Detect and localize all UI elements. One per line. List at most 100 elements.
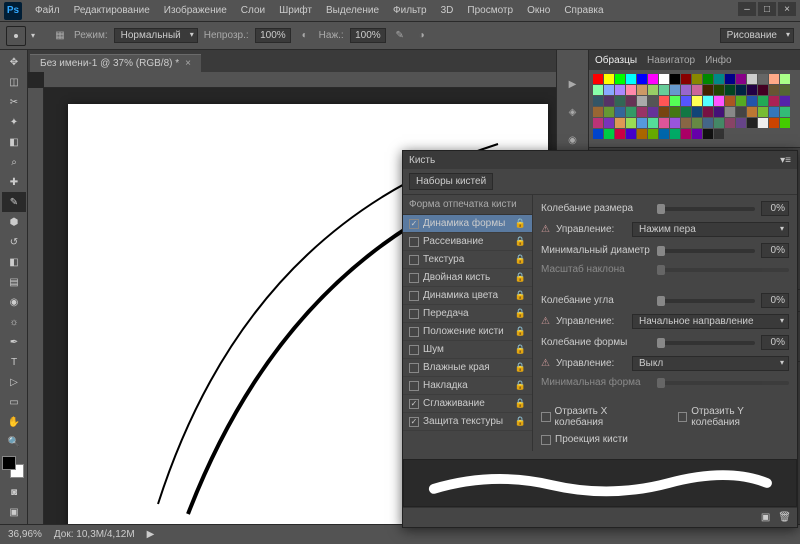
minimize-button[interactable]: – xyxy=(738,2,756,16)
menu-edit[interactable]: Редактирование xyxy=(67,3,157,18)
swatch[interactable] xyxy=(604,96,614,106)
swatch[interactable] xyxy=(615,118,625,128)
swatch[interactable] xyxy=(659,129,669,139)
path-tool[interactable]: ▷ xyxy=(2,372,26,392)
swatch[interactable] xyxy=(615,107,625,117)
swatch[interactable] xyxy=(747,107,757,117)
swatch[interactable] xyxy=(670,107,680,117)
lock-icon[interactable]: 🔒 xyxy=(515,218,526,229)
swatch[interactable] xyxy=(725,96,735,106)
trash-icon[interactable]: 🗑 xyxy=(778,512,791,523)
flip-x-checkbox[interactable] xyxy=(541,412,551,422)
swatch[interactable] xyxy=(714,129,724,139)
brush-option-item[interactable]: ✓Динамика формы🔒 xyxy=(403,215,532,233)
swatch[interactable] xyxy=(637,96,647,106)
brush-option-checkbox[interactable] xyxy=(409,345,419,355)
swatch[interactable] xyxy=(604,74,614,84)
brush-option-item[interactable]: ✓Защита текстуры🔒 xyxy=(403,413,532,431)
swatch[interactable] xyxy=(703,74,713,84)
swatch[interactable] xyxy=(604,107,614,117)
brush-option-checkbox[interactable]: ✓ xyxy=(409,219,419,229)
brush-panel-toggle-icon[interactable]: ▦ xyxy=(52,28,68,44)
lock-icon[interactable]: 🔒 xyxy=(515,380,526,391)
swatch[interactable] xyxy=(758,96,768,106)
brush-option-item[interactable]: Положение кисти🔒 xyxy=(403,323,532,341)
brush-option-checkbox[interactable] xyxy=(409,291,419,301)
quickmask-tool[interactable]: ◙ xyxy=(2,482,26,502)
swatch[interactable] xyxy=(703,107,713,117)
lock-icon[interactable]: 🔒 xyxy=(515,272,526,283)
lock-icon[interactable]: 🔒 xyxy=(515,344,526,355)
brush-option-item[interactable]: Влажные края🔒 xyxy=(403,359,532,377)
min-diameter-slider[interactable] xyxy=(657,249,755,253)
round-jitter-slider[interactable] xyxy=(657,341,755,345)
swatch[interactable] xyxy=(736,74,746,84)
swatch[interactable] xyxy=(637,74,647,84)
blur-tool[interactable]: ◉ xyxy=(2,292,26,312)
angle-jitter-slider[interactable] xyxy=(657,299,755,303)
wand-tool[interactable]: ✦ xyxy=(2,112,26,132)
swatch[interactable] xyxy=(758,85,768,95)
swatch[interactable] xyxy=(615,96,625,106)
shape-tool[interactable]: ▭ xyxy=(2,392,26,412)
tablet-size-icon[interactable]: ◑ xyxy=(414,28,430,44)
swatch[interactable] xyxy=(637,129,647,139)
swatch[interactable] xyxy=(769,85,779,95)
lock-icon[interactable]: 🔒 xyxy=(515,326,526,337)
swatch[interactable] xyxy=(758,74,768,84)
swatch[interactable] xyxy=(637,85,647,95)
menu-type[interactable]: Шрифт xyxy=(272,3,319,18)
brush-presets-button[interactable]: Наборы кистей xyxy=(409,173,493,190)
swatch[interactable] xyxy=(714,85,724,95)
min-diameter-value[interactable]: 0% xyxy=(761,243,789,258)
lock-icon[interactable]: 🔒 xyxy=(515,416,526,427)
swatch[interactable] xyxy=(648,118,658,128)
swatch[interactable] xyxy=(758,107,768,117)
brush-option-item[interactable]: Накладка🔒 xyxy=(403,377,532,395)
zoom-tool[interactable]: 🔍 xyxy=(2,432,26,452)
swatches-tab[interactable]: Образцы xyxy=(595,55,637,66)
menu-3d[interactable]: 3D xyxy=(434,3,461,18)
swatch[interactable] xyxy=(681,85,691,95)
swatch[interactable] xyxy=(736,96,746,106)
crop-tool[interactable]: ◧ xyxy=(2,132,26,152)
swatch[interactable] xyxy=(692,118,702,128)
swatch[interactable] xyxy=(780,85,790,95)
swatch[interactable] xyxy=(604,85,614,95)
history-brush-tool[interactable]: ↺ xyxy=(2,232,26,252)
swatch[interactable] xyxy=(780,74,790,84)
swatch[interactable] xyxy=(615,85,625,95)
swatch[interactable] xyxy=(626,74,636,84)
brush-option-item[interactable]: Передача🔒 xyxy=(403,305,532,323)
menu-file[interactable]: Файл xyxy=(28,3,67,18)
brush-option-checkbox[interactable] xyxy=(409,273,419,283)
lock-icon[interactable]: 🔒 xyxy=(515,362,526,373)
eraser-tool[interactable]: ◧ xyxy=(2,252,26,272)
swatch[interactable] xyxy=(692,85,702,95)
swatch[interactable] xyxy=(593,74,603,84)
swatch[interactable] xyxy=(736,107,746,117)
chevron-right-icon[interactable]: ▶ xyxy=(147,529,155,540)
navigator-tab[interactable]: Навигатор xyxy=(647,55,695,66)
heal-tool[interactable]: ✚ xyxy=(2,172,26,192)
swatch[interactable] xyxy=(604,118,614,128)
close-button[interactable]: × xyxy=(778,2,796,16)
swatch[interactable] xyxy=(626,118,636,128)
swatch[interactable] xyxy=(670,85,680,95)
round-control-combo[interactable]: Выкл xyxy=(632,356,789,371)
swatch[interactable] xyxy=(637,118,647,128)
lock-icon[interactable]: 🔒 xyxy=(515,236,526,247)
swatch[interactable] xyxy=(681,96,691,106)
swatch[interactable] xyxy=(747,118,757,128)
lock-icon[interactable]: 🔒 xyxy=(515,398,526,409)
menu-select[interactable]: Выделение xyxy=(319,3,386,18)
brush-option-checkbox[interactable] xyxy=(409,237,419,247)
swatch[interactable] xyxy=(637,107,647,117)
swatch[interactable] xyxy=(648,107,658,117)
swatch[interactable] xyxy=(670,74,680,84)
swatch[interactable] xyxy=(758,118,768,128)
size-jitter-value[interactable]: 0% xyxy=(761,201,789,216)
swatch[interactable] xyxy=(747,85,757,95)
swatch[interactable] xyxy=(769,107,779,117)
projection-checkbox[interactable] xyxy=(541,435,551,445)
